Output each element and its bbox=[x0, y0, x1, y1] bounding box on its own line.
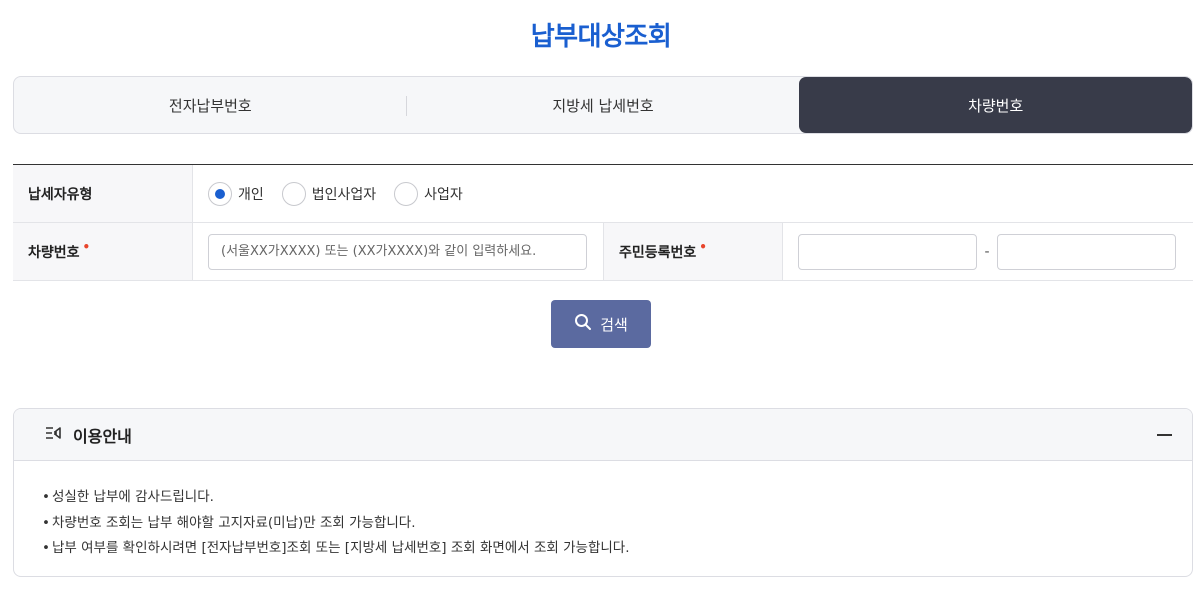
radio-business-label: 사업자 bbox=[424, 186, 463, 203]
resident-number-label: 주민등록번호 • bbox=[603, 223, 783, 280]
radio-business-circle[interactable] bbox=[394, 181, 419, 206]
required-mark: • bbox=[699, 239, 707, 254]
list-item-text: 성실한 납부에 감사드립니다. bbox=[52, 489, 214, 505]
resident-number-second-input[interactable] bbox=[997, 233, 1176, 270]
required-mark: • bbox=[82, 239, 91, 254]
usage-guide-header[interactable]: 이용안내 bbox=[14, 409, 1192, 461]
vehicle-number-label-text: 차량번호 bbox=[28, 244, 80, 261]
taxpayer-type-label-text: 납세자유형 bbox=[28, 186, 93, 203]
search-button[interactable]: 검색 bbox=[551, 300, 651, 348]
usage-guide-body: • 성실한 납부에 감사드립니다. • 차량번호 조회는 납부 해야할 고지자료(미… bbox=[14, 461, 1192, 562]
taxpayer-type-value: 개인 법인사업자 사업자 bbox=[193, 165, 1193, 222]
list-item: • 성실한 납부에 감사드립니다. bbox=[42, 485, 1192, 511]
list-item-text: 납부 여부를 확인하시려면 [전자납부번호]조회 또는 [지방세 납세번호] 조… bbox=[52, 540, 630, 556]
resident-number-separator: - bbox=[984, 243, 990, 260]
taxpayer-type-label: 납세자유형 bbox=[13, 165, 193, 222]
resident-number-first-input[interactable] bbox=[798, 233, 977, 270]
vehicle-number-label: 차량번호 • bbox=[13, 223, 193, 280]
vehicle-number-input[interactable] bbox=[208, 233, 587, 270]
vehicle-number-value bbox=[193, 223, 603, 280]
usage-guide-title: 이용안내 bbox=[73, 426, 132, 446]
radio-individual[interactable]: 개인 bbox=[208, 181, 264, 206]
minus-icon[interactable] bbox=[1154, 425, 1174, 445]
radio-corporate-business-circle[interactable] bbox=[281, 181, 306, 206]
resident-number-value: - bbox=[783, 223, 1193, 280]
list-item-text: 차량번호 조회는 납부 해야할 고지자료(미납)만 조회 가능합니다. bbox=[52, 514, 416, 531]
taxpayer-type-radio-group: 개인 법인사업자 사업자 bbox=[208, 181, 463, 206]
radio-individual-circle[interactable] bbox=[208, 181, 232, 206]
radio-corporate-business-label: 법인사업자 bbox=[311, 186, 377, 203]
radio-business[interactable]: 사업자 bbox=[394, 181, 463, 206]
radio-individual-label: 개인 bbox=[238, 186, 264, 203]
usage-guide-panel: 이용안내 • 성실한 납부에 감사드립니다. • 차량번호 조회는 납부 해야할 고… bbox=[13, 408, 1193, 577]
search-type-tabs: 전자납부번호 지방세 납세번호 차량번호 bbox=[13, 76, 1193, 134]
taxpayer-type-row: 납세자유형 개인 법인사업자 사업자 bbox=[13, 165, 1193, 223]
page-title: 납부대상조회 bbox=[530, 22, 672, 52]
tab-electronic-payment-number[interactable]: 전자납부번호 bbox=[14, 77, 407, 133]
search-icon bbox=[574, 313, 592, 335]
vehicle-number-row: 차량번호 • 주민등록번호 • - bbox=[13, 223, 1193, 281]
search-button-label: 검색 bbox=[600, 315, 628, 334]
resident-number-label-text: 주민등록번호 bbox=[619, 244, 697, 261]
search-form: 납세자유형 개인 법인사업자 사업자 차량번호 • (서울XX가XXXX) 또는… bbox=[13, 164, 1193, 281]
tab-vehicle-number[interactable]: 차량번호 bbox=[799, 77, 1192, 133]
tab-local-tax-number[interactable]: 지방세 납세번호 bbox=[407, 77, 800, 133]
notice-list-icon bbox=[45, 424, 65, 446]
list-item: • 납부 여부를 확인하시려면 [전자납부번호]조회 또는 [지방세 납세번호] … bbox=[42, 536, 1192, 562]
list-item: • 차량번호 조회는 납부 해야할 고지자료(미납)만 조회 가능합니다. bbox=[42, 511, 1192, 537]
radio-corporate-business[interactable]: 법인사업자 bbox=[281, 181, 377, 206]
